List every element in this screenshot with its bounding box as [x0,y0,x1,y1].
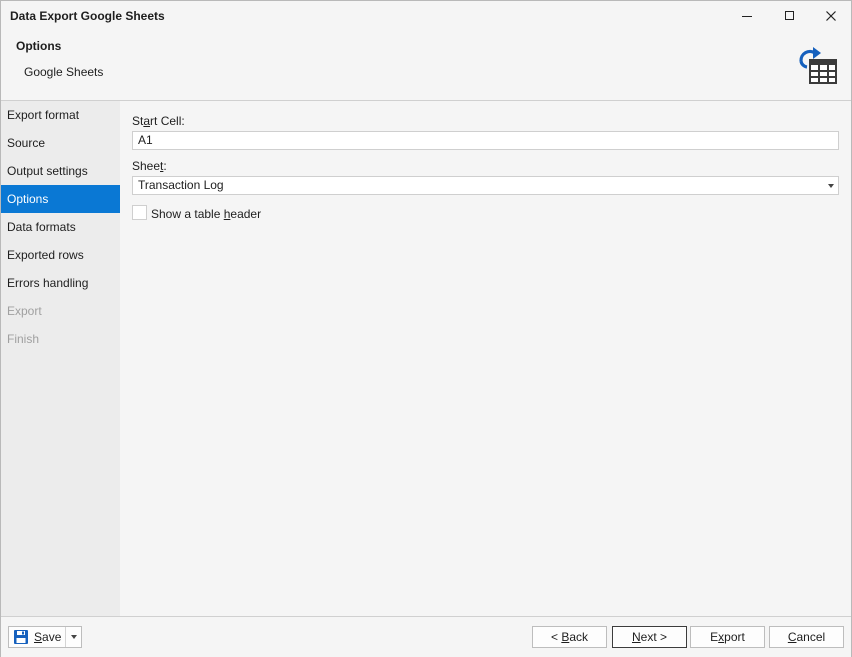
save-button[interactable]: Save [9,627,66,647]
minimize-icon [742,16,752,17]
sidebar-item-data-formats[interactable]: Data formats [1,213,120,241]
save-button-label: Save [34,630,62,644]
sheet-dropdown[interactable]: Transaction Log [132,176,839,195]
start-cell-label: Start Cell: [132,114,185,128]
page-title: Options [16,39,62,53]
close-icon [826,11,836,21]
floppy-disk-icon [14,630,28,644]
sidebar-item-export: Export [7,304,42,318]
sidebar-item-output-settings[interactable]: Output settings [1,157,120,185]
save-dropdown-button[interactable] [66,627,81,647]
sheet-label: Sheet: [132,159,167,173]
window-title: Data Export Google Sheets [10,9,165,23]
close-button[interactable] [811,1,851,31]
title-bar: Data Export Google Sheets [1,1,851,31]
export-button[interactable]: Export [690,626,765,648]
next-button[interactable]: Next > [612,626,687,648]
sidebar-item-finish: Finish [7,332,40,346]
wizard-sidebar: Export format Source Output settings Opt… [1,101,120,616]
maximize-button[interactable] [770,1,810,31]
sidebar-item-errors-handling[interactable]: Errors handling [1,269,120,297]
wizard-header: Options Google Sheets [1,31,851,101]
save-split-button: Save [8,626,82,648]
cancel-button[interactable]: Cancel [769,626,844,648]
table-header-checkbox-label[interactable]: Show a table header [151,207,261,221]
sidebar-item-source[interactable]: Source [1,129,120,157]
back-button[interactable]: < Back [532,626,607,648]
chevron-down-icon [828,184,834,188]
wizard-footer: Save < Back Next > Export Cancel [1,616,851,657]
chevron-down-icon [71,635,77,639]
maximize-icon [785,11,794,20]
sidebar-item-options[interactable]: Options [1,185,120,213]
export-dialog: Data Export Google Sheets Options Google… [0,0,852,657]
google-sheets-export-icon [799,47,837,84]
minimize-button[interactable] [727,1,767,31]
page-subtitle: Google Sheets [24,65,104,79]
sidebar-item-exported-rows[interactable]: Exported rows [1,241,120,269]
options-panel: Start Cell: A1 Sheet: Transaction Log Sh… [120,101,851,616]
start-cell-input[interactable]: A1 [132,131,839,150]
sidebar-item-export-format[interactable]: Export format [1,101,120,129]
start-cell-value: A1 [138,133,153,147]
sheet-selected-value: Transaction Log [138,178,224,192]
table-header-checkbox[interactable] [132,205,147,220]
